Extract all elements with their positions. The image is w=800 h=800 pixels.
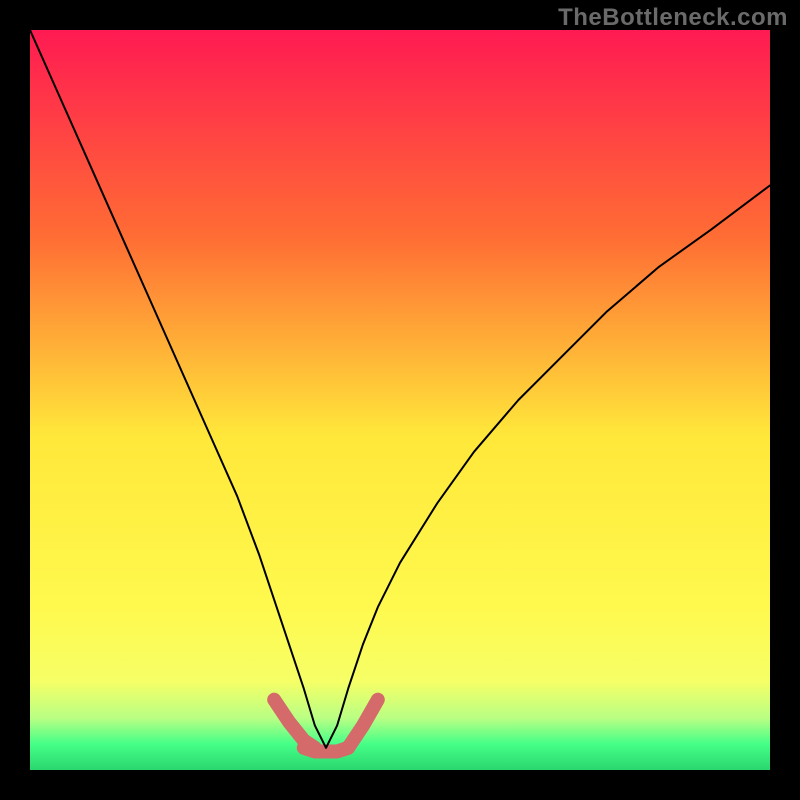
watermark-text: TheBottleneck.com <box>558 4 788 32</box>
chart-svg <box>30 30 770 770</box>
chart-plot-area <box>30 30 770 770</box>
app-frame: TheBottleneck.com <box>0 0 800 800</box>
chart-background <box>30 30 770 770</box>
